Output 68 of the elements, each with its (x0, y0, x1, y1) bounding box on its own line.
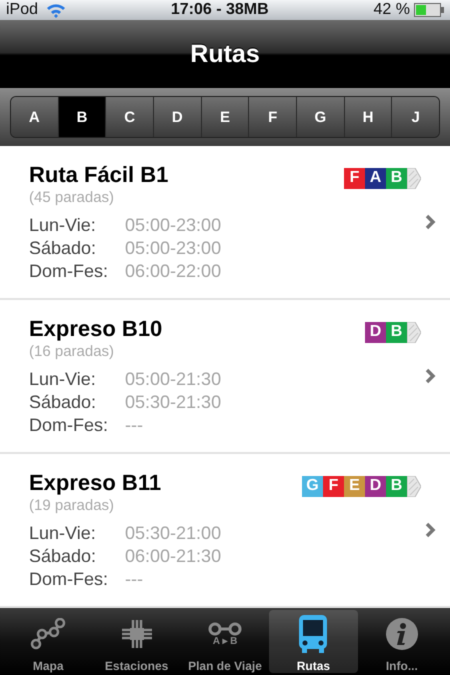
route-dots-icon (30, 618, 66, 650)
stop-count: (16 paradas) (29, 342, 116, 360)
info-icon (384, 617, 419, 651)
route-row[interactable]: Ruta Fácil B1 F A B (45 paradas) Lun-Vie: 05:00-23:00 Sábado: 05:00-23:00 Dom-Fes: 06:00-22:00 (0, 146, 450, 300)
screen-title: Rutas (190, 40, 260, 68)
chevron-icon (425, 214, 436, 230)
chevron-icon (425, 368, 436, 384)
letter-tab[interactable]: G (297, 97, 345, 137)
tag-tail-icon (407, 322, 421, 342)
line-badge: D (365, 322, 386, 342)
line-badge: G (302, 476, 323, 496)
tab-bar-item[interactable]: A ▸ B Plan de Viaje (180, 610, 270, 673)
day-label: Dom-Fes: (29, 414, 110, 436)
hours-text: 06:00-21:30 (125, 544, 222, 568)
hours-text: 05:30-21:30 (125, 390, 222, 414)
line-badge: A (365, 168, 386, 188)
tab-bar-item[interactable]: Rutas (269, 610, 358, 673)
day-label: Dom-Fes: (29, 568, 110, 590)
battery-icon (414, 3, 444, 17)
hours-text: 05:00-23:00 (125, 214, 222, 236)
hours-text: 05:00-23:00 (125, 236, 222, 260)
day-label: Sábado: (29, 390, 98, 414)
day-label: Lun-Vie: (29, 214, 97, 236)
tag-tail-icon (407, 476, 421, 496)
icon-caption: A ▸ B (212, 637, 238, 647)
line-badge: D (365, 476, 386, 496)
day-label: Dom-Fes: (29, 260, 110, 282)
tab-bar-item[interactable]: Estaciones (92, 610, 181, 673)
stop-count: (45 paradas) (29, 188, 116, 206)
link-icon (207, 621, 244, 637)
line-badge: B (386, 168, 407, 188)
device-name: iPod (6, 1, 38, 19)
grid-icon (120, 618, 154, 650)
hours-text: --- (125, 568, 144, 590)
route-name: Expreso B11 (29, 470, 162, 496)
day-label: Sábado: (29, 236, 98, 260)
hours-text: 06:00-22:00 (125, 260, 222, 282)
tab-bar-item[interactable]: Mapa (4, 610, 92, 673)
letter-tab[interactable]: B (58, 97, 106, 137)
bus-icon (297, 614, 330, 654)
stop-count: (19 paradas) (29, 496, 116, 514)
line-badge: F (323, 476, 344, 496)
tag-tail-icon (407, 168, 421, 188)
line-badge: B (386, 476, 407, 496)
route-name: Expreso B10 (29, 316, 162, 342)
letter-tab[interactable]: F (249, 97, 298, 137)
hours-text: --- (125, 414, 144, 436)
hours-text: 05:00-21:30 (125, 368, 222, 390)
line-badge: F (344, 168, 365, 188)
status-time: 17:06 - 38MB (170, 1, 269, 19)
wifi-icon (46, 2, 66, 18)
letter-tab[interactable]: C (106, 97, 154, 137)
line-badge: E (344, 476, 365, 496)
battery-percent: 42 % (374, 1, 410, 19)
route-row[interactable]: Expreso B10 D B (16 paradas) Lun-Vie: 05:00-21:30 Sábado: 05:30-21:30 Dom-Fes: --- (0, 300, 450, 454)
line-badge: B (386, 322, 407, 342)
chevron-icon (425, 522, 436, 538)
letter-tab[interactable]: E (202, 97, 250, 137)
day-label: Lun-Vie: (29, 368, 97, 390)
day-label: Sábado: (29, 544, 98, 568)
letter-tab[interactable]: J (392, 97, 439, 137)
letter-tab[interactable]: D (154, 97, 202, 137)
day-label: Lun-Vie: (29, 522, 97, 544)
letter-tab[interactable]: H (344, 97, 392, 137)
hours-text: 05:30-21:00 (125, 522, 222, 544)
route-name: Ruta Fácil B1 (29, 162, 168, 188)
letter-tab[interactable]: A (11, 97, 59, 137)
tab-bar-item[interactable]: Info... (358, 610, 446, 673)
